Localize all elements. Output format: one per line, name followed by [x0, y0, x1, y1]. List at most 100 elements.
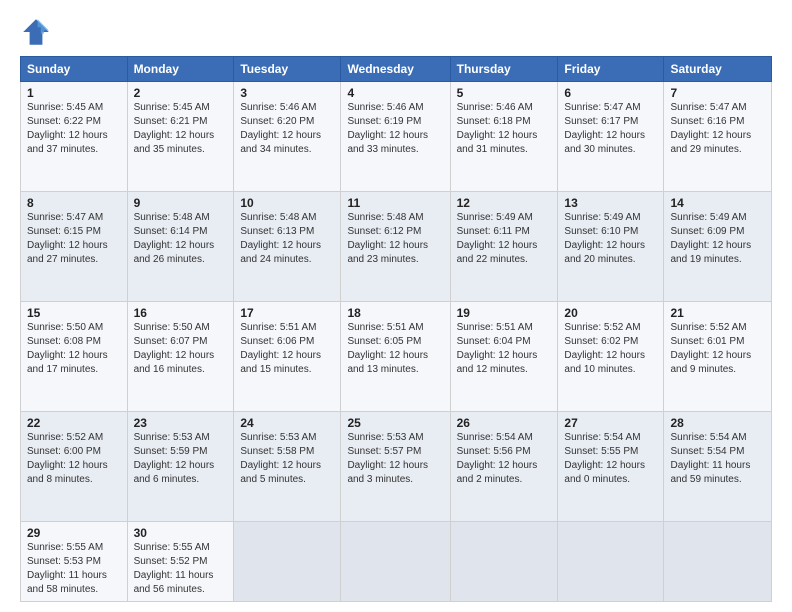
logo	[20, 16, 56, 48]
day-number: 6	[564, 86, 657, 100]
day-number: 9	[134, 196, 228, 210]
day-info: Sunrise: 5:49 AMSunset: 6:11 PMDaylight:…	[457, 212, 538, 265]
day-info: Sunrise: 5:47 AMSunset: 6:15 PMDaylight:…	[27, 212, 108, 265]
day-number: 7	[670, 86, 765, 100]
calendar-cell: 3 Sunrise: 5:46 AMSunset: 6:20 PMDayligh…	[234, 82, 341, 192]
day-number: 3	[240, 86, 334, 100]
calendar-cell	[558, 522, 664, 602]
calendar-cell: 29 Sunrise: 5:55 AMSunset: 5:53 PMDaylig…	[21, 522, 128, 602]
day-number: 12	[457, 196, 552, 210]
calendar-cell: 7 Sunrise: 5:47 AMSunset: 6:16 PMDayligh…	[664, 82, 772, 192]
dow-header-monday: Monday	[127, 57, 234, 82]
calendar-cell: 11 Sunrise: 5:48 AMSunset: 6:12 PMDaylig…	[341, 192, 450, 302]
calendar-cell: 25 Sunrise: 5:53 AMSunset: 5:57 PMDaylig…	[341, 412, 450, 522]
day-number: 1	[27, 86, 121, 100]
day-number: 26	[457, 416, 552, 430]
page-header	[20, 16, 772, 48]
calendar-table: SundayMondayTuesdayWednesdayThursdayFrid…	[20, 56, 772, 602]
dow-header-tuesday: Tuesday	[234, 57, 341, 82]
day-info: Sunrise: 5:46 AMSunset: 6:20 PMDaylight:…	[240, 102, 321, 155]
day-number: 27	[564, 416, 657, 430]
day-info: Sunrise: 5:52 AMSunset: 6:01 PMDaylight:…	[670, 322, 751, 375]
day-number: 11	[347, 196, 443, 210]
day-number: 28	[670, 416, 765, 430]
logo-icon	[20, 16, 52, 48]
calendar-cell: 13 Sunrise: 5:49 AMSunset: 6:10 PMDaylig…	[558, 192, 664, 302]
day-info: Sunrise: 5:55 AMSunset: 5:53 PMDaylight:…	[27, 542, 107, 595]
day-info: Sunrise: 5:52 AMSunset: 6:00 PMDaylight:…	[27, 432, 108, 485]
day-number: 16	[134, 306, 228, 320]
calendar-cell: 16 Sunrise: 5:50 AMSunset: 6:07 PMDaylig…	[127, 302, 234, 412]
dow-header-saturday: Saturday	[664, 57, 772, 82]
calendar-cell: 2 Sunrise: 5:45 AMSunset: 6:21 PMDayligh…	[127, 82, 234, 192]
day-info: Sunrise: 5:51 AMSunset: 6:06 PMDaylight:…	[240, 322, 321, 375]
day-info: Sunrise: 5:54 AMSunset: 5:56 PMDaylight:…	[457, 432, 538, 485]
calendar-cell: 6 Sunrise: 5:47 AMSunset: 6:17 PMDayligh…	[558, 82, 664, 192]
calendar-cell	[450, 522, 558, 602]
calendar-cell: 21 Sunrise: 5:52 AMSunset: 6:01 PMDaylig…	[664, 302, 772, 412]
calendar-cell	[341, 522, 450, 602]
calendar-cell: 23 Sunrise: 5:53 AMSunset: 5:59 PMDaylig…	[127, 412, 234, 522]
day-info: Sunrise: 5:48 AMSunset: 6:12 PMDaylight:…	[347, 212, 428, 265]
day-info: Sunrise: 5:50 AMSunset: 6:08 PMDaylight:…	[27, 322, 108, 375]
day-info: Sunrise: 5:50 AMSunset: 6:07 PMDaylight:…	[134, 322, 215, 375]
calendar-cell: 27 Sunrise: 5:54 AMSunset: 5:55 PMDaylig…	[558, 412, 664, 522]
day-info: Sunrise: 5:53 AMSunset: 5:57 PMDaylight:…	[347, 432, 428, 485]
day-info: Sunrise: 5:51 AMSunset: 6:04 PMDaylight:…	[457, 322, 538, 375]
calendar-cell: 18 Sunrise: 5:51 AMSunset: 6:05 PMDaylig…	[341, 302, 450, 412]
day-number: 4	[347, 86, 443, 100]
day-number: 24	[240, 416, 334, 430]
day-info: Sunrise: 5:54 AMSunset: 5:55 PMDaylight:…	[564, 432, 645, 485]
day-info: Sunrise: 5:45 AMSunset: 6:21 PMDaylight:…	[134, 102, 215, 155]
calendar-cell: 12 Sunrise: 5:49 AMSunset: 6:11 PMDaylig…	[450, 192, 558, 302]
day-info: Sunrise: 5:53 AMSunset: 5:59 PMDaylight:…	[134, 432, 215, 485]
calendar-cell: 28 Sunrise: 5:54 AMSunset: 5:54 PMDaylig…	[664, 412, 772, 522]
calendar-cell: 14 Sunrise: 5:49 AMSunset: 6:09 PMDaylig…	[664, 192, 772, 302]
calendar-cell: 8 Sunrise: 5:47 AMSunset: 6:15 PMDayligh…	[21, 192, 128, 302]
day-number: 5	[457, 86, 552, 100]
day-info: Sunrise: 5:49 AMSunset: 6:10 PMDaylight:…	[564, 212, 645, 265]
calendar-cell: 1 Sunrise: 5:45 AMSunset: 6:22 PMDayligh…	[21, 82, 128, 192]
day-number: 21	[670, 306, 765, 320]
calendar-cell: 9 Sunrise: 5:48 AMSunset: 6:14 PMDayligh…	[127, 192, 234, 302]
calendar-cell: 17 Sunrise: 5:51 AMSunset: 6:06 PMDaylig…	[234, 302, 341, 412]
dow-header-thursday: Thursday	[450, 57, 558, 82]
day-number: 22	[27, 416, 121, 430]
calendar-cell: 15 Sunrise: 5:50 AMSunset: 6:08 PMDaylig…	[21, 302, 128, 412]
day-number: 19	[457, 306, 552, 320]
dow-header-wednesday: Wednesday	[341, 57, 450, 82]
day-info: Sunrise: 5:48 AMSunset: 6:13 PMDaylight:…	[240, 212, 321, 265]
calendar-cell: 26 Sunrise: 5:54 AMSunset: 5:56 PMDaylig…	[450, 412, 558, 522]
day-number: 10	[240, 196, 334, 210]
calendar-cell: 19 Sunrise: 5:51 AMSunset: 6:04 PMDaylig…	[450, 302, 558, 412]
day-number: 15	[27, 306, 121, 320]
calendar-cell: 22 Sunrise: 5:52 AMSunset: 6:00 PMDaylig…	[21, 412, 128, 522]
dow-header-sunday: Sunday	[21, 57, 128, 82]
day-number: 17	[240, 306, 334, 320]
day-info: Sunrise: 5:48 AMSunset: 6:14 PMDaylight:…	[134, 212, 215, 265]
day-info: Sunrise: 5:46 AMSunset: 6:19 PMDaylight:…	[347, 102, 428, 155]
day-info: Sunrise: 5:45 AMSunset: 6:22 PMDaylight:…	[27, 102, 108, 155]
calendar-cell: 4 Sunrise: 5:46 AMSunset: 6:19 PMDayligh…	[341, 82, 450, 192]
day-number: 2	[134, 86, 228, 100]
calendar-cell: 10 Sunrise: 5:48 AMSunset: 6:13 PMDaylig…	[234, 192, 341, 302]
day-number: 29	[27, 526, 121, 540]
day-info: Sunrise: 5:53 AMSunset: 5:58 PMDaylight:…	[240, 432, 321, 485]
calendar-cell: 5 Sunrise: 5:46 AMSunset: 6:18 PMDayligh…	[450, 82, 558, 192]
calendar-cell	[664, 522, 772, 602]
day-info: Sunrise: 5:55 AMSunset: 5:52 PMDaylight:…	[134, 542, 214, 595]
calendar-cell	[234, 522, 341, 602]
day-number: 20	[564, 306, 657, 320]
calendar-cell: 20 Sunrise: 5:52 AMSunset: 6:02 PMDaylig…	[558, 302, 664, 412]
calendar-cell: 30 Sunrise: 5:55 AMSunset: 5:52 PMDaylig…	[127, 522, 234, 602]
day-number: 23	[134, 416, 228, 430]
day-number: 30	[134, 526, 228, 540]
day-info: Sunrise: 5:51 AMSunset: 6:05 PMDaylight:…	[347, 322, 428, 375]
day-info: Sunrise: 5:46 AMSunset: 6:18 PMDaylight:…	[457, 102, 538, 155]
day-number: 25	[347, 416, 443, 430]
day-number: 18	[347, 306, 443, 320]
day-info: Sunrise: 5:52 AMSunset: 6:02 PMDaylight:…	[564, 322, 645, 375]
day-info: Sunrise: 5:49 AMSunset: 6:09 PMDaylight:…	[670, 212, 751, 265]
day-info: Sunrise: 5:54 AMSunset: 5:54 PMDaylight:…	[670, 432, 750, 485]
day-number: 8	[27, 196, 121, 210]
